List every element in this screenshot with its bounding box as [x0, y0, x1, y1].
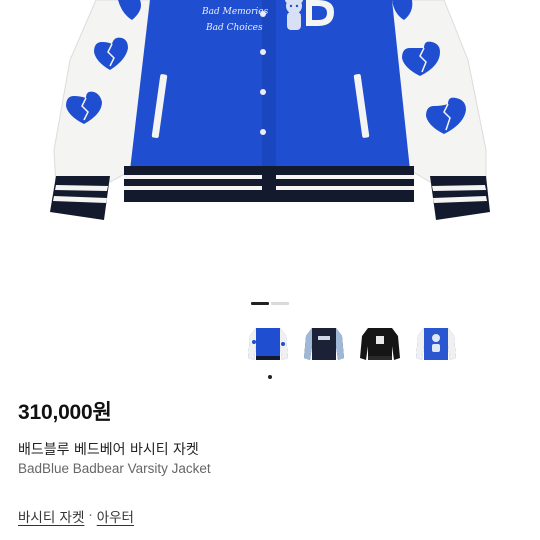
- category-link-outer[interactable]: 아우터: [97, 506, 134, 526]
- variant-thumbnail-navy-denim[interactable]: [302, 322, 346, 366]
- category-link-varsity-jacket[interactable]: 바시티 자켓: [18, 506, 84, 526]
- variant-thumbnail-black[interactable]: [358, 322, 402, 366]
- variant-jacket-icon: [304, 328, 344, 360]
- product-title-english: BadBlue Badbear Varsity Jacket: [18, 461, 211, 476]
- carousel-indicator[interactable]: [251, 302, 289, 305]
- category-separator: ·: [88, 508, 93, 524]
- variant-selector: [246, 322, 458, 379]
- carousel-page-1[interactable]: [251, 302, 269, 305]
- chest-lettering-2: Bad Choices: [205, 23, 263, 33]
- bear-patch: [285, 0, 303, 30]
- variant-jacket-icon: [416, 328, 456, 360]
- variant-thumbnail-blue-bear[interactable]: [414, 322, 458, 366]
- waist-rib: [124, 166, 414, 202]
- right-cuff: [430, 176, 490, 220]
- carousel-page-2[interactable]: [271, 302, 289, 305]
- product-title-korean: 배드블루 베드베어 바시티 자켓: [18, 442, 199, 458]
- category-breadcrumb: 바시티 자켓 · 아우터: [18, 506, 134, 526]
- variant-jacket-icon: [360, 328, 400, 360]
- jacket-illustration: Bad Memories Bad Choices: [50, 0, 490, 220]
- product-image[interactable]: Bad Memories Bad Choices: [0, 0, 540, 282]
- selected-indicator-dot: [268, 375, 272, 379]
- variant-thumbnail-blue-white[interactable]: [246, 322, 290, 379]
- product-price: 310,000원: [18, 401, 112, 424]
- chest-lettering-1: Bad Memories: [201, 7, 269, 17]
- left-cuff: [50, 176, 110, 220]
- variant-jacket-icon: [248, 328, 288, 360]
